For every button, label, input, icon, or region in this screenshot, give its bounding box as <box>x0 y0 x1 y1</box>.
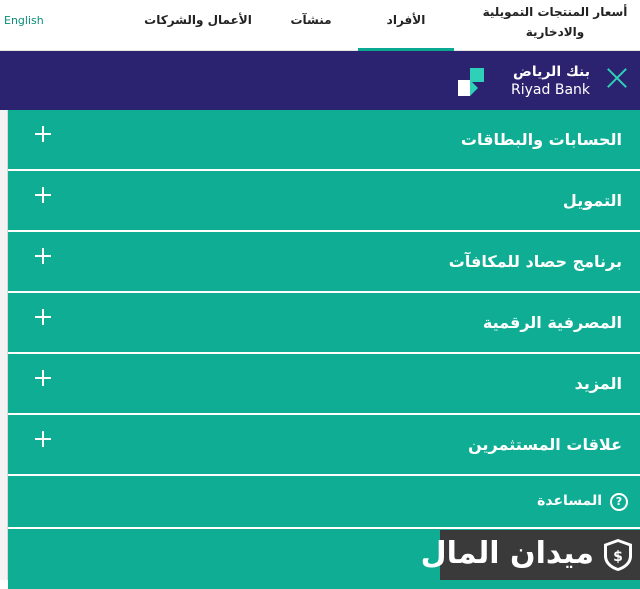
nav-individuals[interactable]: الأفراد <box>358 10 454 51</box>
top-navigation: English الأعمال والشركات منشآت الأفراد أ… <box>0 0 640 51</box>
logo-text-arabic: بنك الرياض <box>513 64 590 80</box>
help-label: المساعدة <box>537 493 602 509</box>
watermark-logo: $ ميدان المال <box>421 530 640 580</box>
nav-enterprises[interactable]: منشآت <box>281 10 341 30</box>
menu-item-hassad-rewards[interactable]: برنامج حصاد للمكافآت <box>8 232 640 291</box>
menu-item-label: المزيد <box>574 374 622 393</box>
accordion-menu: الحسابات والبطاقات التمويل برنامج حصاد ل… <box>8 110 640 589</box>
watermark-text: ميدان المال <box>420 536 594 571</box>
help-question-icon: ? <box>610 493 628 511</box>
riyad-bank-logo[interactable]: بنك الرياض Riyad Bank <box>454 63 590 99</box>
menu-item-label: علاقات المستثمرين <box>468 435 622 454</box>
menu-header-bar: بنك الرياض Riyad Bank <box>0 51 640 110</box>
logo-text-english: Riyad Bank <box>511 82 590 98</box>
menu-item-accounts-cards[interactable]: الحسابات والبطاقات <box>8 110 640 169</box>
menu-item-help[interactable]: ? المساعدة <box>8 476 640 527</box>
menu-item-label: التمويل <box>562 191 622 210</box>
menu-item-financing[interactable]: التمويل <box>8 171 640 230</box>
plus-icon[interactable] <box>35 126 51 142</box>
plus-icon[interactable] <box>35 309 51 325</box>
menu-item-label: المصرفية الرقمية <box>482 313 622 332</box>
plus-icon[interactable] <box>35 248 51 264</box>
menu-item-label: الحسابات والبطاقات <box>460 130 622 149</box>
plus-icon[interactable] <box>35 370 51 386</box>
plus-icon[interactable] <box>35 187 51 203</box>
menu-item-digital-banking[interactable]: المصرفية الرقمية <box>8 293 640 352</box>
language-switch-link[interactable]: English <box>4 14 44 27</box>
plus-icon[interactable] <box>35 431 51 447</box>
page-edge-strip <box>0 110 8 580</box>
menu-item-label: برنامج حصاد للمكافآت <box>448 252 622 271</box>
close-icon[interactable] <box>606 67 628 89</box>
svg-text:$: $ <box>613 549 623 565</box>
riyad-bank-logo-mark-icon <box>458 68 484 96</box>
nav-product-rates[interactable]: أسعار المنتجات التمويلية والادخارية <box>482 2 628 42</box>
menu-item-investor-relations[interactable]: علاقات المستثمرين <box>8 415 640 474</box>
nav-business-corporate[interactable]: الأعمال والشركات <box>140 10 256 30</box>
menu-item-more[interactable]: المزيد <box>8 354 640 413</box>
money-shield-icon: $ <box>604 539 632 571</box>
